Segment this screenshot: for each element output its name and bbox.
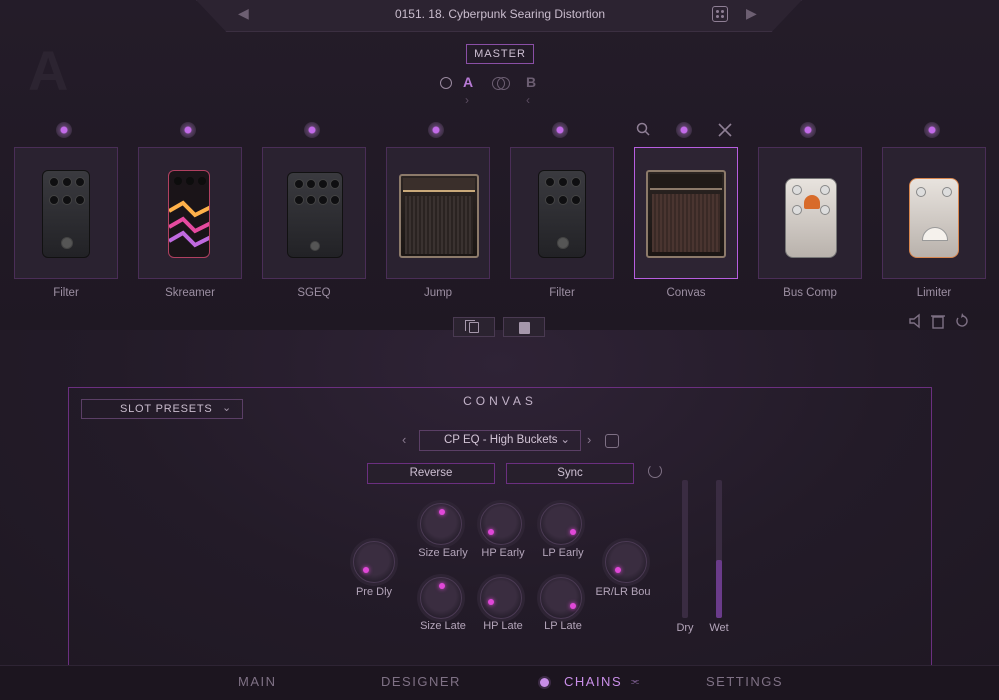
lp-late-knob[interactable] (540, 577, 582, 619)
previous-slot-preset-button[interactable]: ‹ (402, 432, 406, 447)
link-ab-icon[interactable] (492, 77, 510, 90)
slot-1-power-icon[interactable] (56, 122, 72, 138)
slot-4-power-icon[interactable] (428, 122, 444, 138)
copy-icon (465, 320, 479, 333)
search-icon[interactable] (636, 122, 650, 136)
lp-early-knob[interactable] (540, 503, 582, 545)
sync-button[interactable]: Sync (506, 463, 634, 484)
hp-early-knob[interactable] (480, 503, 522, 545)
paste-slot-button[interactable] (503, 317, 545, 337)
next-slot-preset-button[interactable]: › (587, 432, 591, 447)
reverse-button[interactable]: Reverse (367, 463, 495, 484)
er-lr-knob[interactable] (605, 541, 647, 583)
chain-a-button[interactable]: A (463, 74, 473, 90)
chevron-down-icon: ⌄ (221, 402, 232, 414)
slot-jump[interactable] (386, 147, 490, 279)
active-indicator-icon (540, 678, 549, 687)
slot-preset-value: CP EQ - High Buckets (444, 434, 558, 446)
slot-2-power-icon[interactable] (180, 122, 196, 138)
chevron-left-icon[interactable]: ‹ (526, 93, 530, 107)
chevron-right-icon[interactable]: › (465, 93, 469, 107)
random-slot-preset-dice-icon[interactable] (605, 434, 619, 448)
slot-label: Filter (549, 287, 575, 299)
close-icon[interactable] (718, 123, 732, 137)
next-preset-button[interactable]: ▶ (746, 5, 757, 22)
slot-3-power-icon[interactable] (304, 122, 320, 138)
slot-presets-dropdown[interactable]: SLOT PRESETS ⌄ (81, 399, 243, 419)
speaker-icon[interactable] (908, 313, 922, 329)
slot-bus-comp[interactable] (758, 147, 862, 279)
pre-dly-label: Pre Dly (355, 586, 393, 598)
slot-label: Filter (53, 287, 79, 299)
copy-slot-button[interactable] (453, 317, 495, 337)
nav-main[interactable]: MAIN (238, 674, 277, 689)
lp-late-label: LP Late (544, 620, 582, 632)
paste-icon (519, 322, 530, 334)
slot-6-power-icon[interactable] (676, 122, 692, 138)
nav-chains[interactable]: CHAINS (564, 674, 622, 689)
reset-icon[interactable] (955, 313, 969, 329)
slot-limiter[interactable] (882, 147, 986, 279)
slot-sgeq[interactable] (262, 147, 366, 279)
nav-settings[interactable]: SETTINGS (706, 674, 783, 689)
filter-pedal-image (42, 170, 90, 258)
slot-7-power-icon[interactable] (800, 122, 816, 138)
slot-convas[interactable] (634, 147, 738, 279)
hp-late-knob[interactable] (480, 577, 522, 619)
slot-8-power-icon[interactable] (924, 122, 940, 138)
chains-options-icon[interactable]: ⫘ (631, 676, 639, 687)
lp-early-label: LP Early (542, 547, 584, 559)
master-button[interactable]: MASTER (466, 44, 534, 64)
slot-label: Bus Comp (783, 287, 837, 299)
slot-filter-2[interactable] (510, 147, 614, 279)
size-late-knob[interactable] (420, 577, 462, 619)
slot-presets-label: SLOT PRESETS (120, 403, 213, 415)
editor-title: CONVAS (463, 394, 537, 408)
slot-label: Limiter (916, 287, 952, 299)
trash-icon[interactable] (931, 313, 945, 329)
active-chain-letter: A (28, 39, 69, 102)
dry-fader[interactable] (682, 480, 688, 618)
wet-fader-level (716, 560, 722, 618)
er-lr-label: ER/LR Bou (595, 586, 651, 598)
size-early-knob[interactable] (420, 503, 462, 545)
slot-label: Jump (423, 287, 453, 299)
limiter-pedal-image (909, 178, 959, 258)
sgeq-pedal-image (287, 172, 343, 258)
preset-name[interactable]: 0151. 18. Cyberpunk Searing Distortion (300, 7, 700, 21)
bus-comp-pedal-image (785, 178, 837, 258)
random-preset-dice-icon[interactable] (712, 6, 728, 22)
bottom-nav (0, 665, 999, 700)
nav-designer[interactable]: DESIGNER (381, 674, 461, 689)
slot-label: SGEQ (297, 287, 331, 299)
slot-5-power-icon[interactable] (552, 122, 568, 138)
filter-pedal-image (538, 170, 586, 258)
slot-label: Convas (666, 287, 706, 299)
slot-filter-1[interactable] (14, 147, 118, 279)
pre-dly-knob[interactable] (353, 541, 395, 583)
wet-label: Wet (709, 622, 729, 634)
slot-preset-select[interactable]: CP EQ - High Buckets ⌄ (419, 430, 581, 451)
chain-b-button[interactable]: B (526, 74, 536, 90)
wet-fader[interactable] (716, 480, 722, 618)
convas-amp-image (646, 170, 726, 258)
jump-amp-image (399, 174, 479, 258)
slot-label: Skreamer (165, 287, 215, 299)
slot-skreamer[interactable] (138, 147, 242, 279)
skreamer-pedal-image (168, 170, 210, 258)
previous-preset-button[interactable]: ◀ (238, 5, 249, 22)
chevron-down-icon: ⌄ (560, 434, 570, 446)
chain-off-icon[interactable] (440, 77, 452, 89)
reset-parameters-icon[interactable] (648, 464, 662, 478)
